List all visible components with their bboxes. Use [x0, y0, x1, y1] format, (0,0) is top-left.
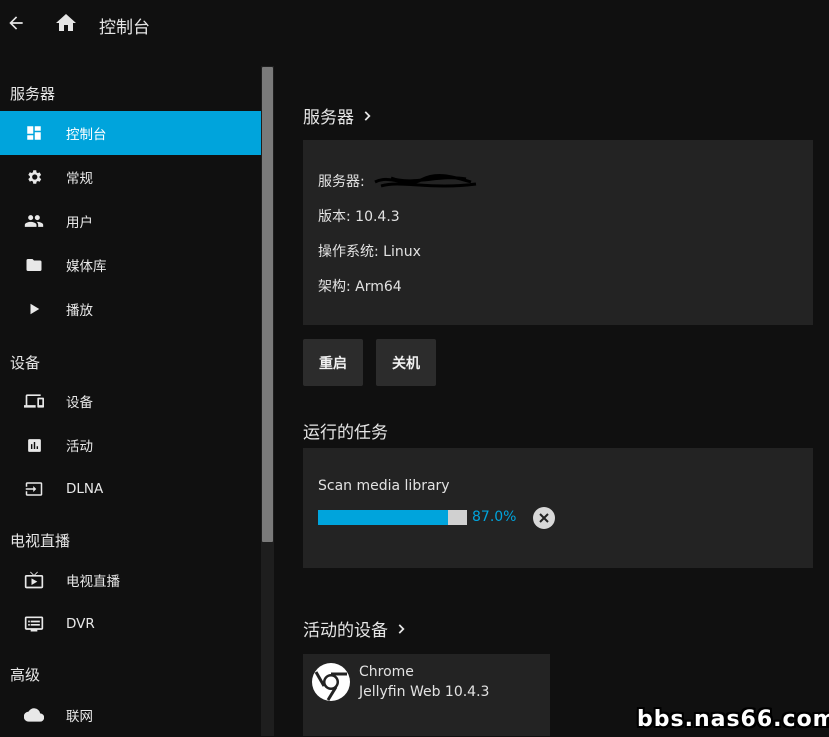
back-arrow-icon[interactable]: [3, 10, 29, 36]
cloud-icon: [24, 705, 44, 725]
sidebar-item-general[interactable]: 常规: [0, 155, 261, 199]
sidebar-item-label: 播放: [66, 303, 93, 319]
sidebar-item-devices[interactable]: 设备: [0, 379, 261, 423]
server-arch: 架构: Arm64: [318, 279, 402, 295]
shutdown-button[interactable]: 关机: [376, 339, 436, 386]
server-info-card: 服务器: 版本: 10.4.3 操作系统: Linux 架构: Arm64: [303, 140, 813, 325]
sidebar-section-server: 服务器: [10, 85, 56, 103]
task-progress-fill: [318, 510, 448, 525]
dashboard-icon: [24, 123, 44, 143]
assessment-icon: [24, 435, 44, 455]
chevron-right-icon: [398, 623, 405, 634]
devices-section-link[interactable]: 活动的设备: [303, 616, 408, 641]
sidebar-item-playback[interactable]: 播放: [0, 287, 261, 331]
sidebar-item-label: 联网: [66, 709, 93, 725]
server-name-label: 服务器:: [318, 174, 365, 190]
sidebar-item-label: 活动: [66, 439, 93, 455]
sidebar-item-dlna[interactable]: DLNA: [0, 467, 261, 511]
server-section-link[interactable]: 服务器: [303, 103, 374, 128]
server-version: 版本: 10.4.3: [318, 209, 400, 225]
page-title: 控制台: [99, 18, 150, 38]
server-name-row: 服务器:: [318, 171, 481, 192]
sidebar: 服务器 控制台 常规 用户 媒体库 播放 设备 设备 活动 DLNA 电视直播 …: [0, 66, 261, 736]
redacted-scribble: [374, 174, 477, 188]
close-icon: [539, 513, 549, 523]
sidebar-section-livetv: 电视直播: [10, 532, 71, 550]
devices-icon: [24, 391, 44, 411]
sidebar-item-label: 电视直播: [66, 574, 120, 590]
sidebar-item-label: DLNA: [66, 481, 104, 497]
app-header: 控制台: [0, 0, 829, 48]
sidebar-item-label: 媒体库: [66, 259, 107, 275]
folder-icon: [24, 255, 44, 275]
live-tv-icon: [24, 570, 44, 590]
cancel-task-button[interactable]: [533, 507, 555, 529]
sidebar-item-networking[interactable]: 联网: [0, 693, 261, 737]
sidebar-item-activity[interactable]: 活动: [0, 423, 261, 467]
sidebar-item-label: 常规: [66, 171, 93, 187]
restart-button[interactable]: 重启: [303, 339, 363, 386]
sidebar-item-label: DVR: [66, 616, 95, 632]
home-icon[interactable]: [53, 10, 79, 36]
sidebar-item-users[interactable]: 用户: [0, 199, 261, 243]
server-os: 操作系统: Linux: [318, 244, 421, 260]
sidebar-item-dvr[interactable]: DVR: [0, 602, 261, 646]
gear-icon: [24, 167, 44, 187]
running-tasks-card: Scan media library: [303, 448, 813, 568]
watermark-text: bbs.nas66.com: [637, 707, 829, 732]
task-name: Scan media library: [318, 478, 450, 494]
sidebar-section-advanced: 高级: [10, 666, 41, 684]
sidebar-item-libraries[interactable]: 媒体库: [0, 243, 261, 287]
tasks-section-title: 运行的任务: [303, 423, 388, 443]
chevron-right-icon: [364, 110, 371, 121]
task-progress-text: 87.0%: [472, 509, 517, 525]
sidebar-item-label: 用户: [66, 215, 93, 231]
sidebar-section-devices: 设备: [10, 354, 41, 372]
sidebar-item-livetv[interactable]: 电视直播: [0, 558, 261, 602]
sidebar-scroll-thumb[interactable]: [262, 67, 273, 542]
dvr-icon: [24, 614, 44, 634]
play-icon: [24, 299, 44, 319]
device-name: Chrome: [359, 664, 414, 680]
people-icon: [24, 211, 44, 231]
input-icon: [24, 479, 44, 499]
chrome-icon: [311, 662, 351, 702]
sidebar-item-label: 控制台: [66, 127, 107, 143]
server-section-title: 服务器: [303, 108, 354, 128]
task-progress-bar: [318, 510, 467, 525]
sidebar-item-label: 设备: [66, 395, 93, 411]
device-app: Jellyfin Web 10.4.3: [359, 684, 490, 700]
devices-section-title: 活动的设备: [303, 621, 388, 641]
sidebar-item-dashboard[interactable]: 控制台: [0, 111, 261, 155]
active-device-card[interactable]: Chrome Jellyfin Web 10.4.3: [303, 654, 550, 736]
